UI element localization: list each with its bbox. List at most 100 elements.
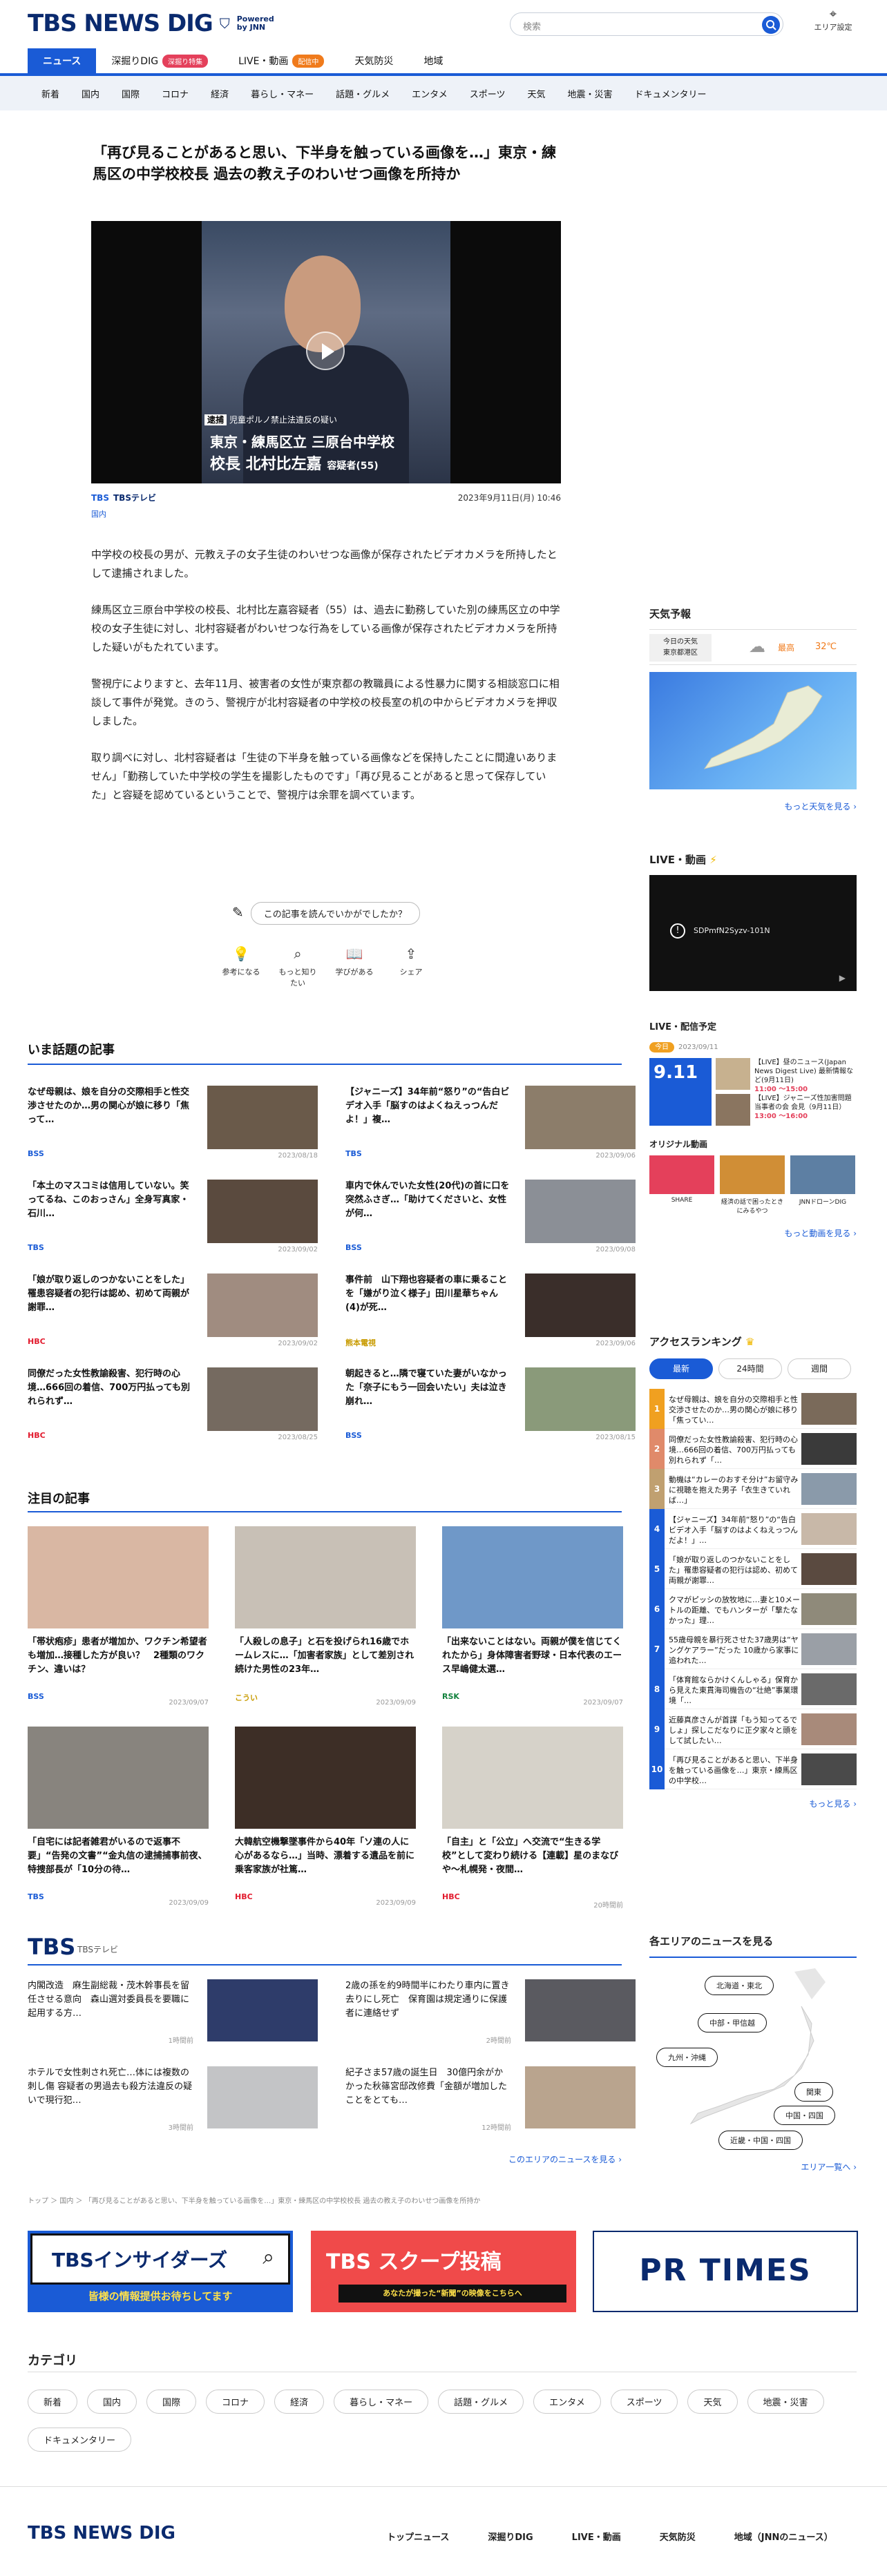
original-video-card[interactable]: 経済の話で困ったときにみるやつ <box>720 1155 785 1215</box>
featured-card[interactable]: 「人殺しの息子」と石を投げられ16歳でホームレスに…「加害者家族」として差別され… <box>235 1526 416 1727</box>
category-button[interactable]: 国内 <box>87 2390 137 2414</box>
featured-card[interactable]: 「自主」と「公立」へ交流で“生きる学校”として変わり続ける【連載】星のまなびや～… <box>442 1727 623 1927</box>
footer-nav-item[interactable]: LIVE・動画 <box>572 2530 621 2543</box>
prtimes-banner[interactable]: PR TIMES <box>593 2231 858 2312</box>
subnav-item[interactable]: 国内 <box>70 87 111 100</box>
subnav-item[interactable]: 新着 <box>30 87 70 100</box>
area-button[interactable]: 中部・甲信越 <box>698 2013 767 2032</box>
category-button[interactable]: 新着 <box>28 2390 78 2414</box>
feedback-useful-button[interactable]: 💡 参考になる <box>220 945 262 988</box>
article-video[interactable]: 逮捕 児童ポルノ禁止法違反の疑い 東京・練馬区立 三原台中学校 校長 北村比左嘉 … <box>91 221 561 483</box>
footer-logo[interactable]: TBS NEWS DIG <box>28 2523 175 2544</box>
article-category[interactable]: 国内 <box>91 508 106 519</box>
area-button[interactable]: 中国・四国 <box>774 2106 835 2125</box>
footer-nav-item[interactable]: 天気防災 <box>660 2530 696 2543</box>
subnav-item[interactable]: 天気 <box>516 87 556 100</box>
area-button[interactable]: 九州・沖縄 <box>656 2048 718 2067</box>
featured-card[interactable]: 「帯状疱疹」患者が増加か、ワクチン希望者も増加…接種した方が良い？ 2種類のワク… <box>28 1526 209 1727</box>
original-video-card[interactable]: JNNドローンDIG <box>790 1155 855 1215</box>
play-icon[interactable] <box>306 331 345 370</box>
category-button[interactable]: ドキュメンタリー <box>28 2428 132 2452</box>
category-button[interactable]: 地震・災害 <box>747 2390 824 2414</box>
ranking-item[interactable]: 9 近藤真彦さんが首謀「もう知ってるでしょ」探しこだなりに正夕家々と頭をして試した… <box>649 1709 857 1749</box>
tbs-more-link[interactable]: このエリアのニュースを見る › <box>442 2153 622 2165</box>
category-button[interactable]: 暮らし・マネー <box>334 2390 429 2414</box>
ranking-tab-latest[interactable]: 最新 <box>649 1358 713 1379</box>
trending-card[interactable]: なぜ母親は、娘を自分の交際相手と性交渉させたのか…男の関心が娘に移り「焦って… B… <box>28 1086 318 1169</box>
tab-weather[interactable]: 天気防災 <box>339 48 408 73</box>
live-player[interactable]: ! SDPmfN2Syzv-101N ▶ <box>649 875 857 991</box>
subnav-item[interactable]: 国際 <box>111 87 151 100</box>
subnav-item[interactable]: 経済 <box>200 87 240 100</box>
schedule-item[interactable]: 【LIVE】ジャニーズ性加害問題 当事者の会 会見（9月11日） 13:00 ～1… <box>754 1094 857 1121</box>
tbs-news-card[interactable]: ホテルで女性刺され死亡…体には複数の刺し傷 容疑者の男過去も殺方法違反の疑いで現… <box>28 2066 318 2142</box>
ranking-item[interactable]: 8 「体育館ならかけくんしゃる」保育から見えた東貫海司機告の“壮絶”事業環境「… <box>649 1669 857 1709</box>
trending-card[interactable]: 「娘が取り返しのつかないことをした」罹患容疑者の犯行は認め、初めて両親が謝罪… H… <box>28 1273 318 1356</box>
original-video-card[interactable]: SHARE <box>649 1155 714 1215</box>
category-button[interactable]: 話題・グルメ <box>438 2390 524 2414</box>
subnav-item[interactable]: 暮らし・マネー <box>240 87 325 100</box>
trending-card[interactable]: 事件前 山下翔也容疑者の車に乗ることを「嫌がり泣く様子」田川星華ちゃん(4)が死… <box>345 1273 636 1356</box>
category-button[interactable]: コロナ <box>206 2390 265 2414</box>
ranking-item[interactable]: 3 動機は“カレーのおすそ分け”お留守みに視聴を抱えた男子「衣生きていれば…」 <box>649 1469 857 1509</box>
ranking-item[interactable]: 5 「娘が取り返しのつかないことをした」罹患容疑者の犯行は認め、初めて両親が謝罪… <box>649 1549 857 1589</box>
area-button[interactable]: 北海道・東北 <box>705 1976 774 1995</box>
ranking-item[interactable]: 2 同僚だった女性教諭殺害、犯行時の心境…666回の着信、700万円払っても別れら… <box>649 1429 857 1469</box>
ranking-item[interactable]: 4 【ジャニーズ】34年前“怒り”の“告白ビデオ入手「脳すのはよくねえっつんだよ！… <box>649 1509 857 1549</box>
feedback-more-button[interactable]: ⌕ もっと知りたい <box>277 945 318 988</box>
trending-card[interactable]: 車内で休んでいた女性(20代)の首に口を突然ふさぎ…「助けてくださいと、女性が何… <box>345 1180 636 1262</box>
original-more-link[interactable]: もっと動画を見る › <box>649 1227 857 1239</box>
ranking-item[interactable]: 10 「再び見ることがあると思い、下半身を触っている画像を…」東京・練馬区の中学校… <box>649 1749 857 1789</box>
trending-card[interactable]: 朝起きると…隣で寝ていた妻がいなかった「奈子にもう一回会いたい」夫は泣き崩れ… B… <box>345 1367 636 1450</box>
tbs-news-card[interactable]: 内閣改造 麻生副総裁・茂木幹事長を留任させる意向 森山選対委員長を要職に起用する… <box>28 1979 318 2055</box>
footer-nav-item[interactable]: 地域（JNNのニュース） <box>734 2530 833 2543</box>
tab-live[interactable]: LIVE・動画 配信中 <box>223 48 339 73</box>
tab-deep-dig[interactable]: 深掘りDIG 深掘り特集 <box>96 48 223 73</box>
trending-card[interactable]: 【ジャニーズ】34年前“怒り”の“告白ビデオ入手「脳すのはよくねえっつんだよ！」… <box>345 1086 636 1169</box>
search-input[interactable]: 検索 <box>510 12 783 36</box>
ranking-item[interactable]: 6 クマがピッシの放牧地に…妻と10メートルの距離、でもハンターが「撃たなかった」… <box>649 1589 857 1629</box>
insiders-banner[interactable]: TBSインサイダーズ ⌕ 皆様の情報提供お待ちしてます <box>28 2231 293 2312</box>
area-button[interactable]: 関東 <box>794 2082 833 2102</box>
featured-card[interactable]: 「出来ないことはない。両親が僕を信じてくれたから」身体障害者野球・日本代表のエー… <box>442 1526 623 1727</box>
subnav-item[interactable]: スポーツ <box>459 87 517 100</box>
tab-news[interactable]: ニュース <box>28 48 97 73</box>
area-button[interactable]: 近畿・中国・四国 <box>718 2131 803 2150</box>
tab-region[interactable]: 地域 <box>408 48 458 73</box>
schedule-item[interactable]: 【LIVE】昼のニュース(Japan News Digest Live) 最新情… <box>754 1058 857 1094</box>
trending-card[interactable]: 同僚だった女性教諭殺害、犯行時の心境…666回の着信、700万円払っても別れられ… <box>28 1367 318 1450</box>
category-button[interactable]: エンタメ <box>533 2390 601 2414</box>
ranking-tab-weekly[interactable]: 週間 <box>788 1358 851 1379</box>
scoop-banner[interactable]: TBS スクープ投稿 あなたが撮った“新聞”の映像をこちらへ <box>311 2231 576 2312</box>
ranking-tab-24h[interactable]: 24時間 <box>718 1358 782 1379</box>
site-logo[interactable]: TBS NEWS DIG ⛉ Powered by JNN <box>28 10 274 37</box>
featured-card[interactable]: 「自宅には記者雑君がいるので返事不要」“告発の文書”“金丸信の逮捕捕事前夜、特捜… <box>28 1727 209 1927</box>
category-button[interactable]: 天気 <box>687 2390 738 2414</box>
weather-more-link[interactable]: もっと天気を見る › <box>649 800 857 812</box>
weather-today-row[interactable]: 今日の天気 東京都港区 ☁ 最高 32℃ <box>649 629 857 665</box>
subnav-item[interactable]: コロナ <box>151 87 200 100</box>
trending-card[interactable]: 「本土のマスコミは信用していない。笑ってるね、このおっさん」全身写真家・石川… T… <box>28 1180 318 1262</box>
tbs-news-card[interactable]: 2歳の孫を約9時間半にわたり車内に置き去りにし死亡 保育園は規定通りに保護者に連… <box>345 1979 636 2055</box>
ranking-more-link[interactable]: もっと見る › <box>649 1798 857 1809</box>
feedback-learn-button[interactable]: 📖 学びがある <box>334 945 375 988</box>
featured-card[interactable]: 大韓航空機撃墜事件から40年「ソ連の人に心があるなら…」当時、漂着する遺品を前に… <box>235 1727 416 1927</box>
footer-nav-item[interactable]: 深掘りDIG <box>488 2530 533 2543</box>
category-button[interactable]: 経済 <box>274 2390 325 2414</box>
subnav-item[interactable]: エンタメ <box>401 87 459 100</box>
tbs-news-card[interactable]: 紀子さま57歳の誕生日 30億円余がかかった秋篠宮邸改修費「金額が増加したことを… <box>345 2066 636 2142</box>
share-button[interactable]: ⇪ シェア <box>390 945 432 988</box>
category-button[interactable]: 国際 <box>146 2390 197 2414</box>
weather-map[interactable] <box>649 672 857 789</box>
category-button[interactable]: スポーツ <box>610 2390 678 2414</box>
area-more-link[interactable]: エリア一覧へ › <box>649 2161 857 2173</box>
subnav-item[interactable]: 地震・災害 <box>557 87 624 100</box>
footer-nav-item[interactable]: トップニュース <box>387 2530 449 2543</box>
ranking-item[interactable]: 1 なぜ母親は、娘を自分の交際相手と性交渉させたのか…男の関心が娘に移り「焦ってい… <box>649 1389 857 1429</box>
subnav-item[interactable]: 話題・グルメ <box>325 87 401 100</box>
ranking-item[interactable]: 7 55歳母親を暴行死させた37歳男は“ヤングケアラー”だった 10歳から家事に追… <box>649 1629 857 1669</box>
breadcrumb[interactable]: トップ ＞ 国内 ＞ 「再び見ることがあると思い、下半身を触っている画像を…」東… <box>28 2195 857 2205</box>
area-settings[interactable]: ⌖ エリア設定 <box>805 7 861 32</box>
subnav-item[interactable]: ドキュメンタリー <box>624 87 718 100</box>
search-button[interactable] <box>762 16 780 34</box>
